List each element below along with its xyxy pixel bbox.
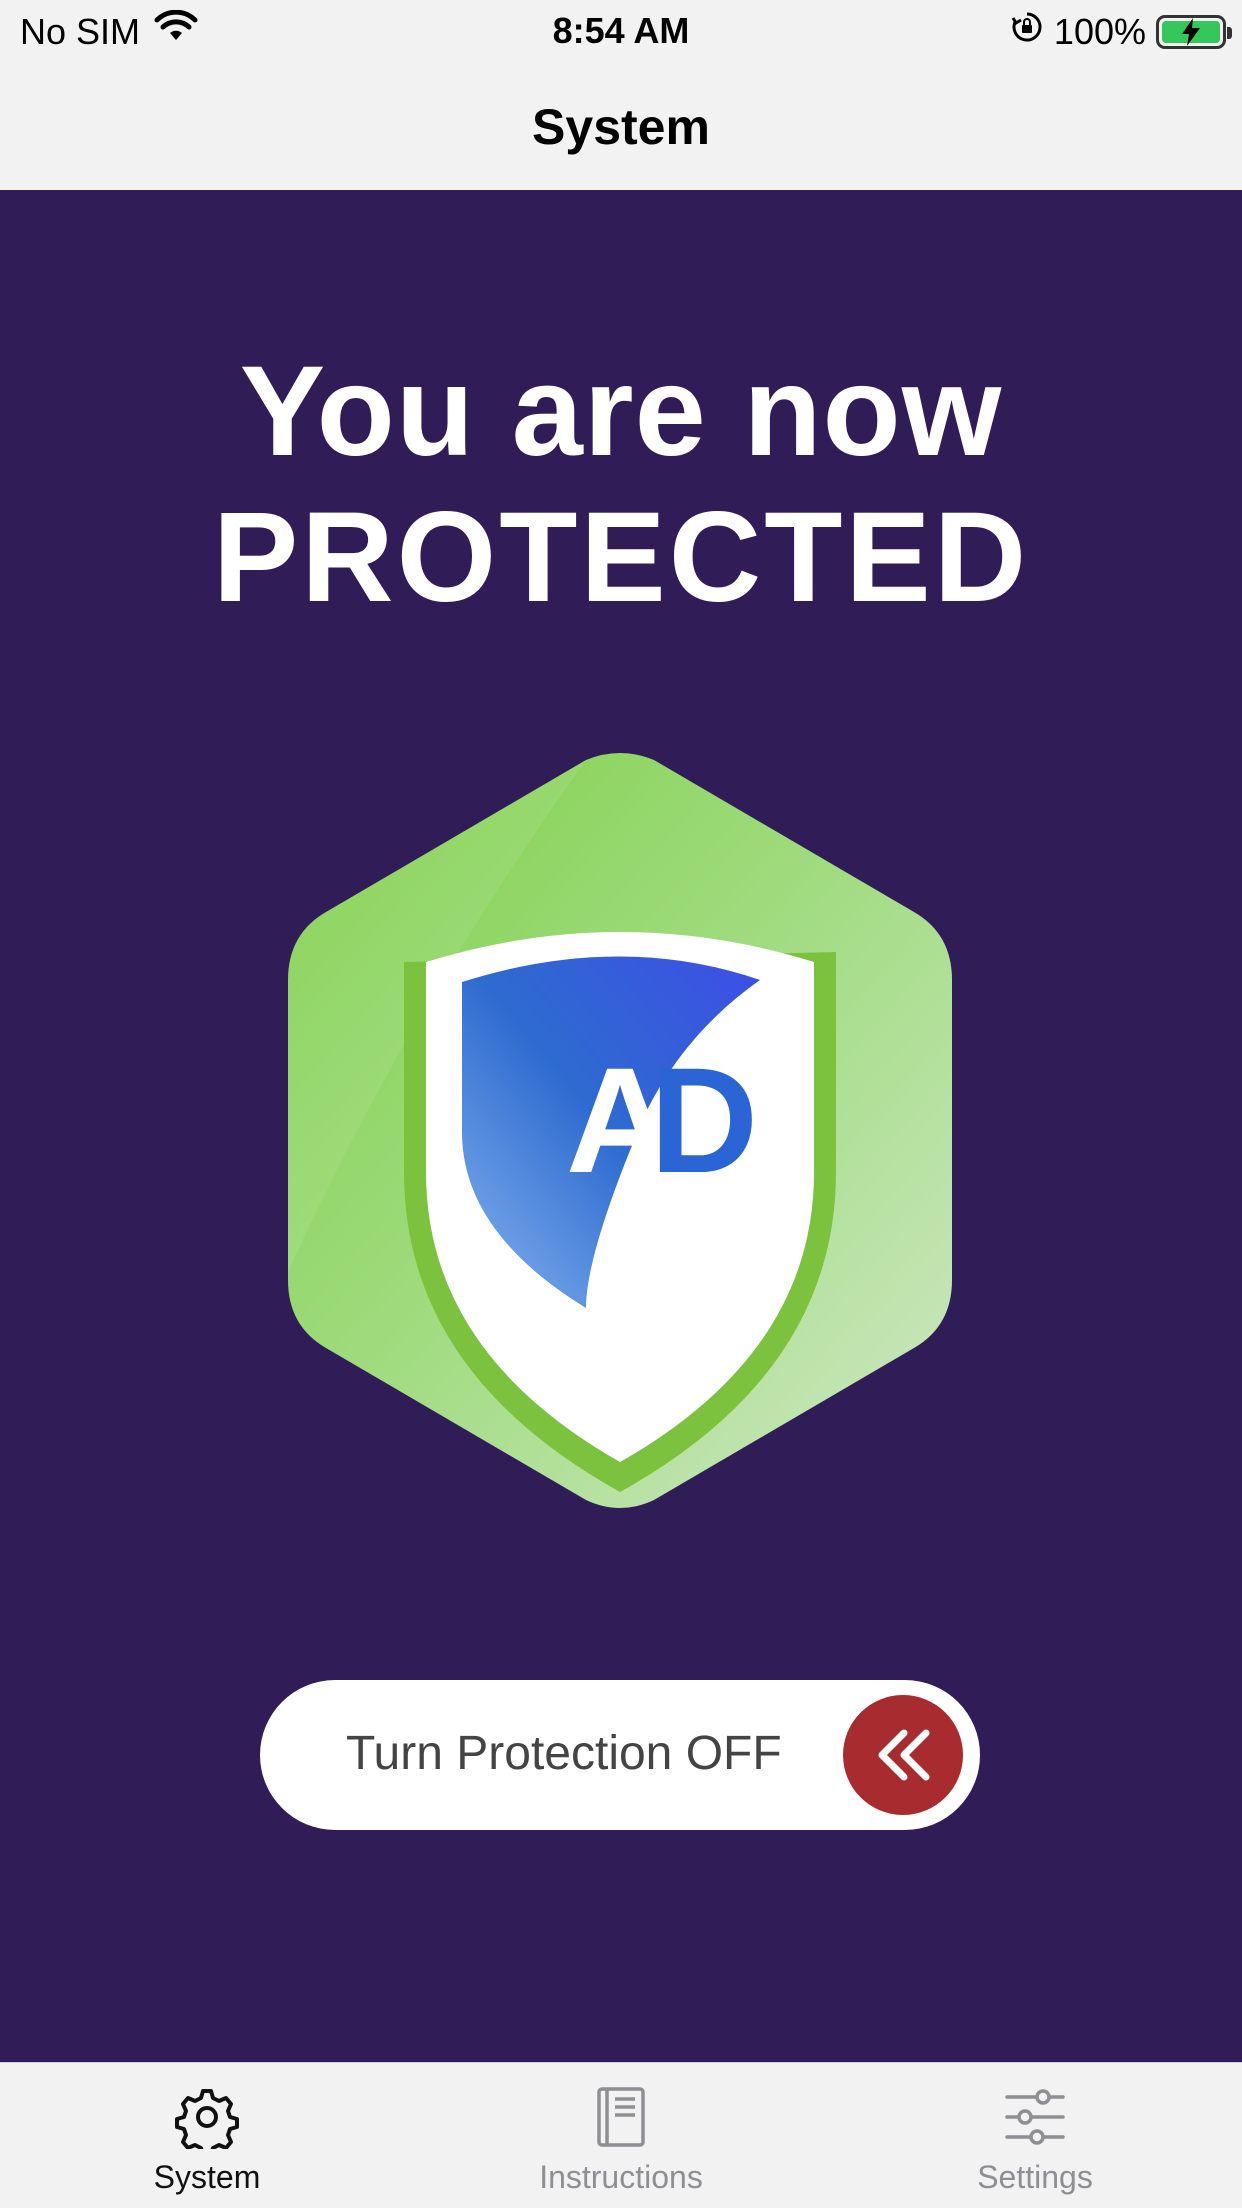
orientation-lock-icon (1010, 10, 1044, 53)
tab-instructions[interactable]: Instructions (414, 2063, 828, 2208)
page-title: System (532, 99, 710, 155)
navigation-bar: System (0, 62, 1242, 190)
gear-icon (175, 2085, 239, 2157)
protection-toggle[interactable]: Turn Protection OFF (260, 1680, 980, 1830)
svg-text:D: D (650, 1036, 758, 1204)
headline-line-2: PROTECTED (212, 486, 1030, 629)
tab-settings[interactable]: Settings (828, 2063, 1242, 2208)
tab-label-settings: Settings (977, 2159, 1093, 2195)
tab-bar: System Instructions Settings (0, 2062, 1242, 2208)
status-bar: No SIM 8:54 AM 100% (0, 0, 1242, 62)
status-right: 100% (1010, 10, 1232, 53)
tab-system[interactable]: System (0, 2063, 414, 2208)
battery-percent: 100% (1053, 10, 1146, 52)
sliders-icon (1003, 2085, 1067, 2154)
battery-charging-icon (1156, 14, 1232, 49)
tab-label-instructions: Instructions (539, 2159, 703, 2195)
double-chevron-left-icon (878, 1729, 930, 1781)
main-content: You are now PROTECTED A D Turn Protectio… (0, 190, 1242, 2062)
toggle-knob[interactable] (843, 1695, 963, 1815)
app-logo-shield-icon: A D (286, 752, 954, 1508)
tab-label-system: System (153, 2159, 261, 2195)
headline-line-1: You are now (239, 340, 1003, 483)
book-icon (591, 2085, 651, 2154)
toggle-label: Turn Protection OFF (346, 1727, 782, 1780)
